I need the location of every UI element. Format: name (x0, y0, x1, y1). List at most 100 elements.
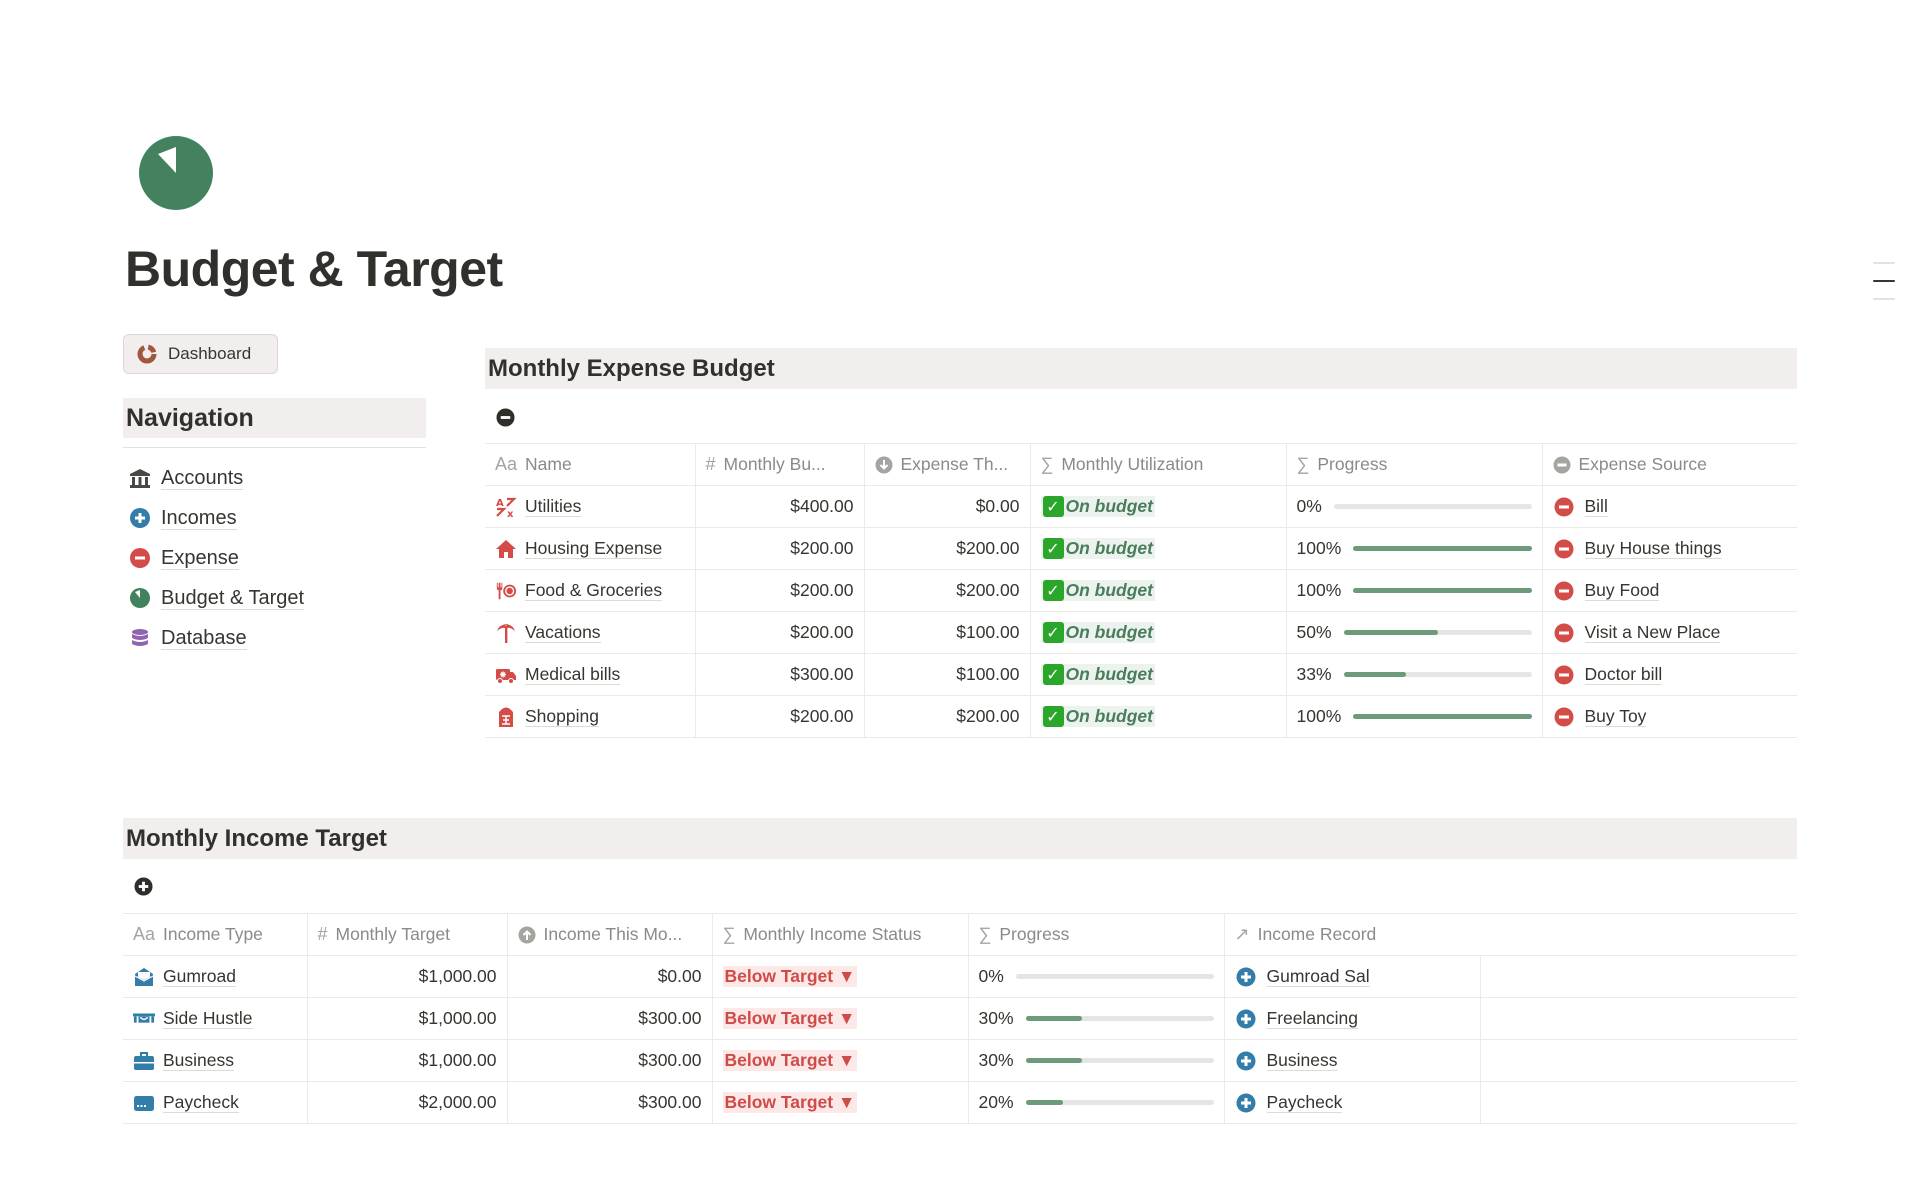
utilization-cell[interactable]: ✓ On budget (1030, 611, 1287, 654)
row-name[interactable]: Gumroad (163, 966, 236, 987)
monthly-budget-cell[interactable]: $400.00 (695, 485, 865, 528)
name-cell[interactable]: Vacations (485, 611, 696, 654)
expense-source-cell[interactable]: Bill (1542, 485, 1797, 528)
progress-cell[interactable]: 100% (1286, 695, 1543, 738)
income-this-month-cell[interactable]: $300.00 (507, 1039, 713, 1082)
progress-cell[interactable]: 33% (1286, 653, 1543, 696)
dashboard-button[interactable]: Dashboard (123, 334, 278, 374)
income-type-cell[interactable]: Business (123, 1039, 308, 1082)
relation-link[interactable]: Paycheck (1266, 1092, 1343, 1113)
table-row[interactable]: Ax Utilities $400.00 $0.00 ✓ On budget 0%… (485, 485, 1797, 528)
expense-source-cell[interactable]: Visit a New Place (1542, 611, 1797, 654)
monthly-target-cell[interactable]: $2,000.00 (307, 1081, 508, 1124)
toc-line[interactable] (1873, 262, 1895, 264)
expense-source-cell[interactable]: Buy Toy (1542, 695, 1797, 738)
table-row[interactable]: Side Hustle $1,000.00 $300.00 Below Targ… (123, 997, 1797, 1040)
progress-cell[interactable]: 0% (968, 955, 1225, 998)
column-header-progress[interactable]: ∑ Progress (968, 913, 1225, 956)
column-header-expense-this-month[interactable]: Expense Th... (864, 443, 1031, 486)
column-header-income-this-month[interactable]: Income This Mo... (507, 913, 713, 956)
nav-item-expense[interactable]: Expense (123, 538, 426, 578)
row-name[interactable]: Paycheck (163, 1092, 239, 1113)
row-name[interactable]: Medical bills (525, 664, 621, 685)
monthly-target-cell[interactable]: $1,000.00 (307, 955, 508, 998)
row-name[interactable]: Vacations (525, 622, 601, 643)
minus-circle-icon[interactable] (496, 408, 515, 427)
utilization-cell[interactable]: ✓ On budget (1030, 485, 1287, 528)
monthly-budget-cell[interactable]: $200.00 (695, 569, 865, 612)
table-row[interactable]: Gumroad $1,000.00 $0.00 Below Target ▼ 0… (123, 955, 1797, 998)
row-name[interactable]: Housing Expense (525, 538, 663, 559)
column-header-monthly-utilization[interactable]: ∑ Monthly Utilization (1030, 443, 1287, 486)
utilization-cell[interactable]: ✓ On budget (1030, 653, 1287, 696)
relation-link[interactable]: Buy House things (1584, 538, 1722, 559)
income-status-cell[interactable]: Below Target ▼ (712, 997, 969, 1040)
table-row[interactable]: Vacations $200.00 $100.00 ✓ On budget 50%… (485, 611, 1797, 654)
toc-line-active[interactable] (1873, 280, 1895, 282)
column-header-expense-source[interactable]: Expense Source (1542, 443, 1797, 486)
row-name[interactable]: Business (163, 1050, 235, 1071)
table-of-contents[interactable] (1873, 262, 1895, 316)
income-type-cell[interactable]: Paycheck (123, 1081, 308, 1124)
income-status-cell[interactable]: Below Target ▼ (712, 1081, 969, 1124)
nav-item-accounts[interactable]: Accounts (123, 458, 426, 498)
table-row[interactable]: Shopping $200.00 $200.00 ✓ On budget 100%… (485, 695, 1797, 738)
relation-link[interactable]: Doctor bill (1584, 664, 1663, 685)
expense-this-month-cell[interactable]: $100.00 (864, 611, 1031, 654)
name-cell[interactable]: Ax Utilities (485, 485, 696, 528)
name-cell[interactable]: Housing Expense (485, 527, 696, 570)
column-header-monthly-target[interactable]: # Monthly Target (307, 913, 508, 956)
income-status-cell[interactable]: Below Target ▼ (712, 955, 969, 998)
table-row[interactable]: Food & Groceries $200.00 $200.00 ✓ On bud… (485, 569, 1797, 612)
progress-cell[interactable]: 100% (1286, 569, 1543, 612)
row-name[interactable]: Food & Groceries (525, 580, 663, 601)
table-row[interactable]: Paycheck $2,000.00 $300.00 Below Target … (123, 1081, 1797, 1124)
monthly-budget-cell[interactable]: $200.00 (695, 611, 865, 654)
monthly-budget-cell[interactable]: $200.00 (695, 527, 865, 570)
name-cell[interactable]: Food & Groceries (485, 569, 696, 612)
plus-circle-icon[interactable] (134, 877, 153, 896)
nav-item-budget-target[interactable]: Budget & Target (123, 578, 426, 618)
relation-link[interactable]: Gumroad Sal (1266, 966, 1370, 987)
income-this-month-cell[interactable]: $0.00 (507, 955, 713, 998)
column-header-monthly-budget[interactable]: # Monthly Bu... (695, 443, 865, 486)
progress-cell[interactable]: 50% (1286, 611, 1543, 654)
utilization-cell[interactable]: ✓ On budget (1030, 695, 1287, 738)
income-record-cell[interactable]: Gumroad Sal (1224, 955, 1481, 998)
column-header-monthly-income-status[interactable]: ∑ Monthly Income Status (712, 913, 969, 956)
income-this-month-cell[interactable]: $300.00 (507, 997, 713, 1040)
expense-this-month-cell[interactable]: $100.00 (864, 653, 1031, 696)
progress-cell[interactable]: 0% (1286, 485, 1543, 528)
column-header-income-record[interactable]: ↗ Income Record (1224, 913, 1480, 956)
toc-line[interactable] (1873, 298, 1895, 300)
monthly-target-cell[interactable]: $1,000.00 (307, 997, 508, 1040)
relation-link[interactable]: Business (1266, 1050, 1338, 1071)
name-cell[interactable]: Shopping (485, 695, 696, 738)
row-name[interactable]: Shopping (525, 706, 599, 727)
income-record-cell[interactable]: Freelancing (1224, 997, 1481, 1040)
income-type-cell[interactable]: Side Hustle (123, 997, 308, 1040)
expense-source-cell[interactable]: Doctor bill (1542, 653, 1797, 696)
nav-item-database[interactable]: Database (123, 618, 426, 658)
table-row[interactable]: Housing Expense $200.00 $200.00 ✓ On budg… (485, 527, 1797, 570)
expense-source-cell[interactable]: Buy House things (1542, 527, 1797, 570)
row-name[interactable]: Utilities (525, 496, 582, 517)
row-name[interactable]: Side Hustle (163, 1008, 253, 1029)
monthly-target-cell[interactable]: $1,000.00 (307, 1039, 508, 1082)
column-header-name[interactable]: Aa Name (485, 443, 696, 486)
relation-link[interactable]: Visit a New Place (1584, 622, 1721, 643)
expense-this-month-cell[interactable]: $200.00 (864, 527, 1031, 570)
expense-this-month-cell[interactable]: $200.00 (864, 695, 1031, 738)
table-row[interactable]: Medical bills $300.00 $100.00 ✓ On budget… (485, 653, 1797, 696)
relation-link[interactable]: Bill (1584, 496, 1608, 517)
income-this-month-cell[interactable]: $300.00 (507, 1081, 713, 1124)
column-header-progress[interactable]: ∑ Progress (1286, 443, 1543, 486)
name-cell[interactable]: Medical bills (485, 653, 696, 696)
progress-cell[interactable]: 30% (968, 997, 1225, 1040)
progress-cell[interactable]: 30% (968, 1039, 1225, 1082)
progress-cell[interactable]: 20% (968, 1081, 1225, 1124)
progress-cell[interactable]: 100% (1286, 527, 1543, 570)
expense-this-month-cell[interactable]: $200.00 (864, 569, 1031, 612)
relation-link[interactable]: Buy Toy (1584, 706, 1647, 727)
monthly-budget-cell[interactable]: $300.00 (695, 653, 865, 696)
